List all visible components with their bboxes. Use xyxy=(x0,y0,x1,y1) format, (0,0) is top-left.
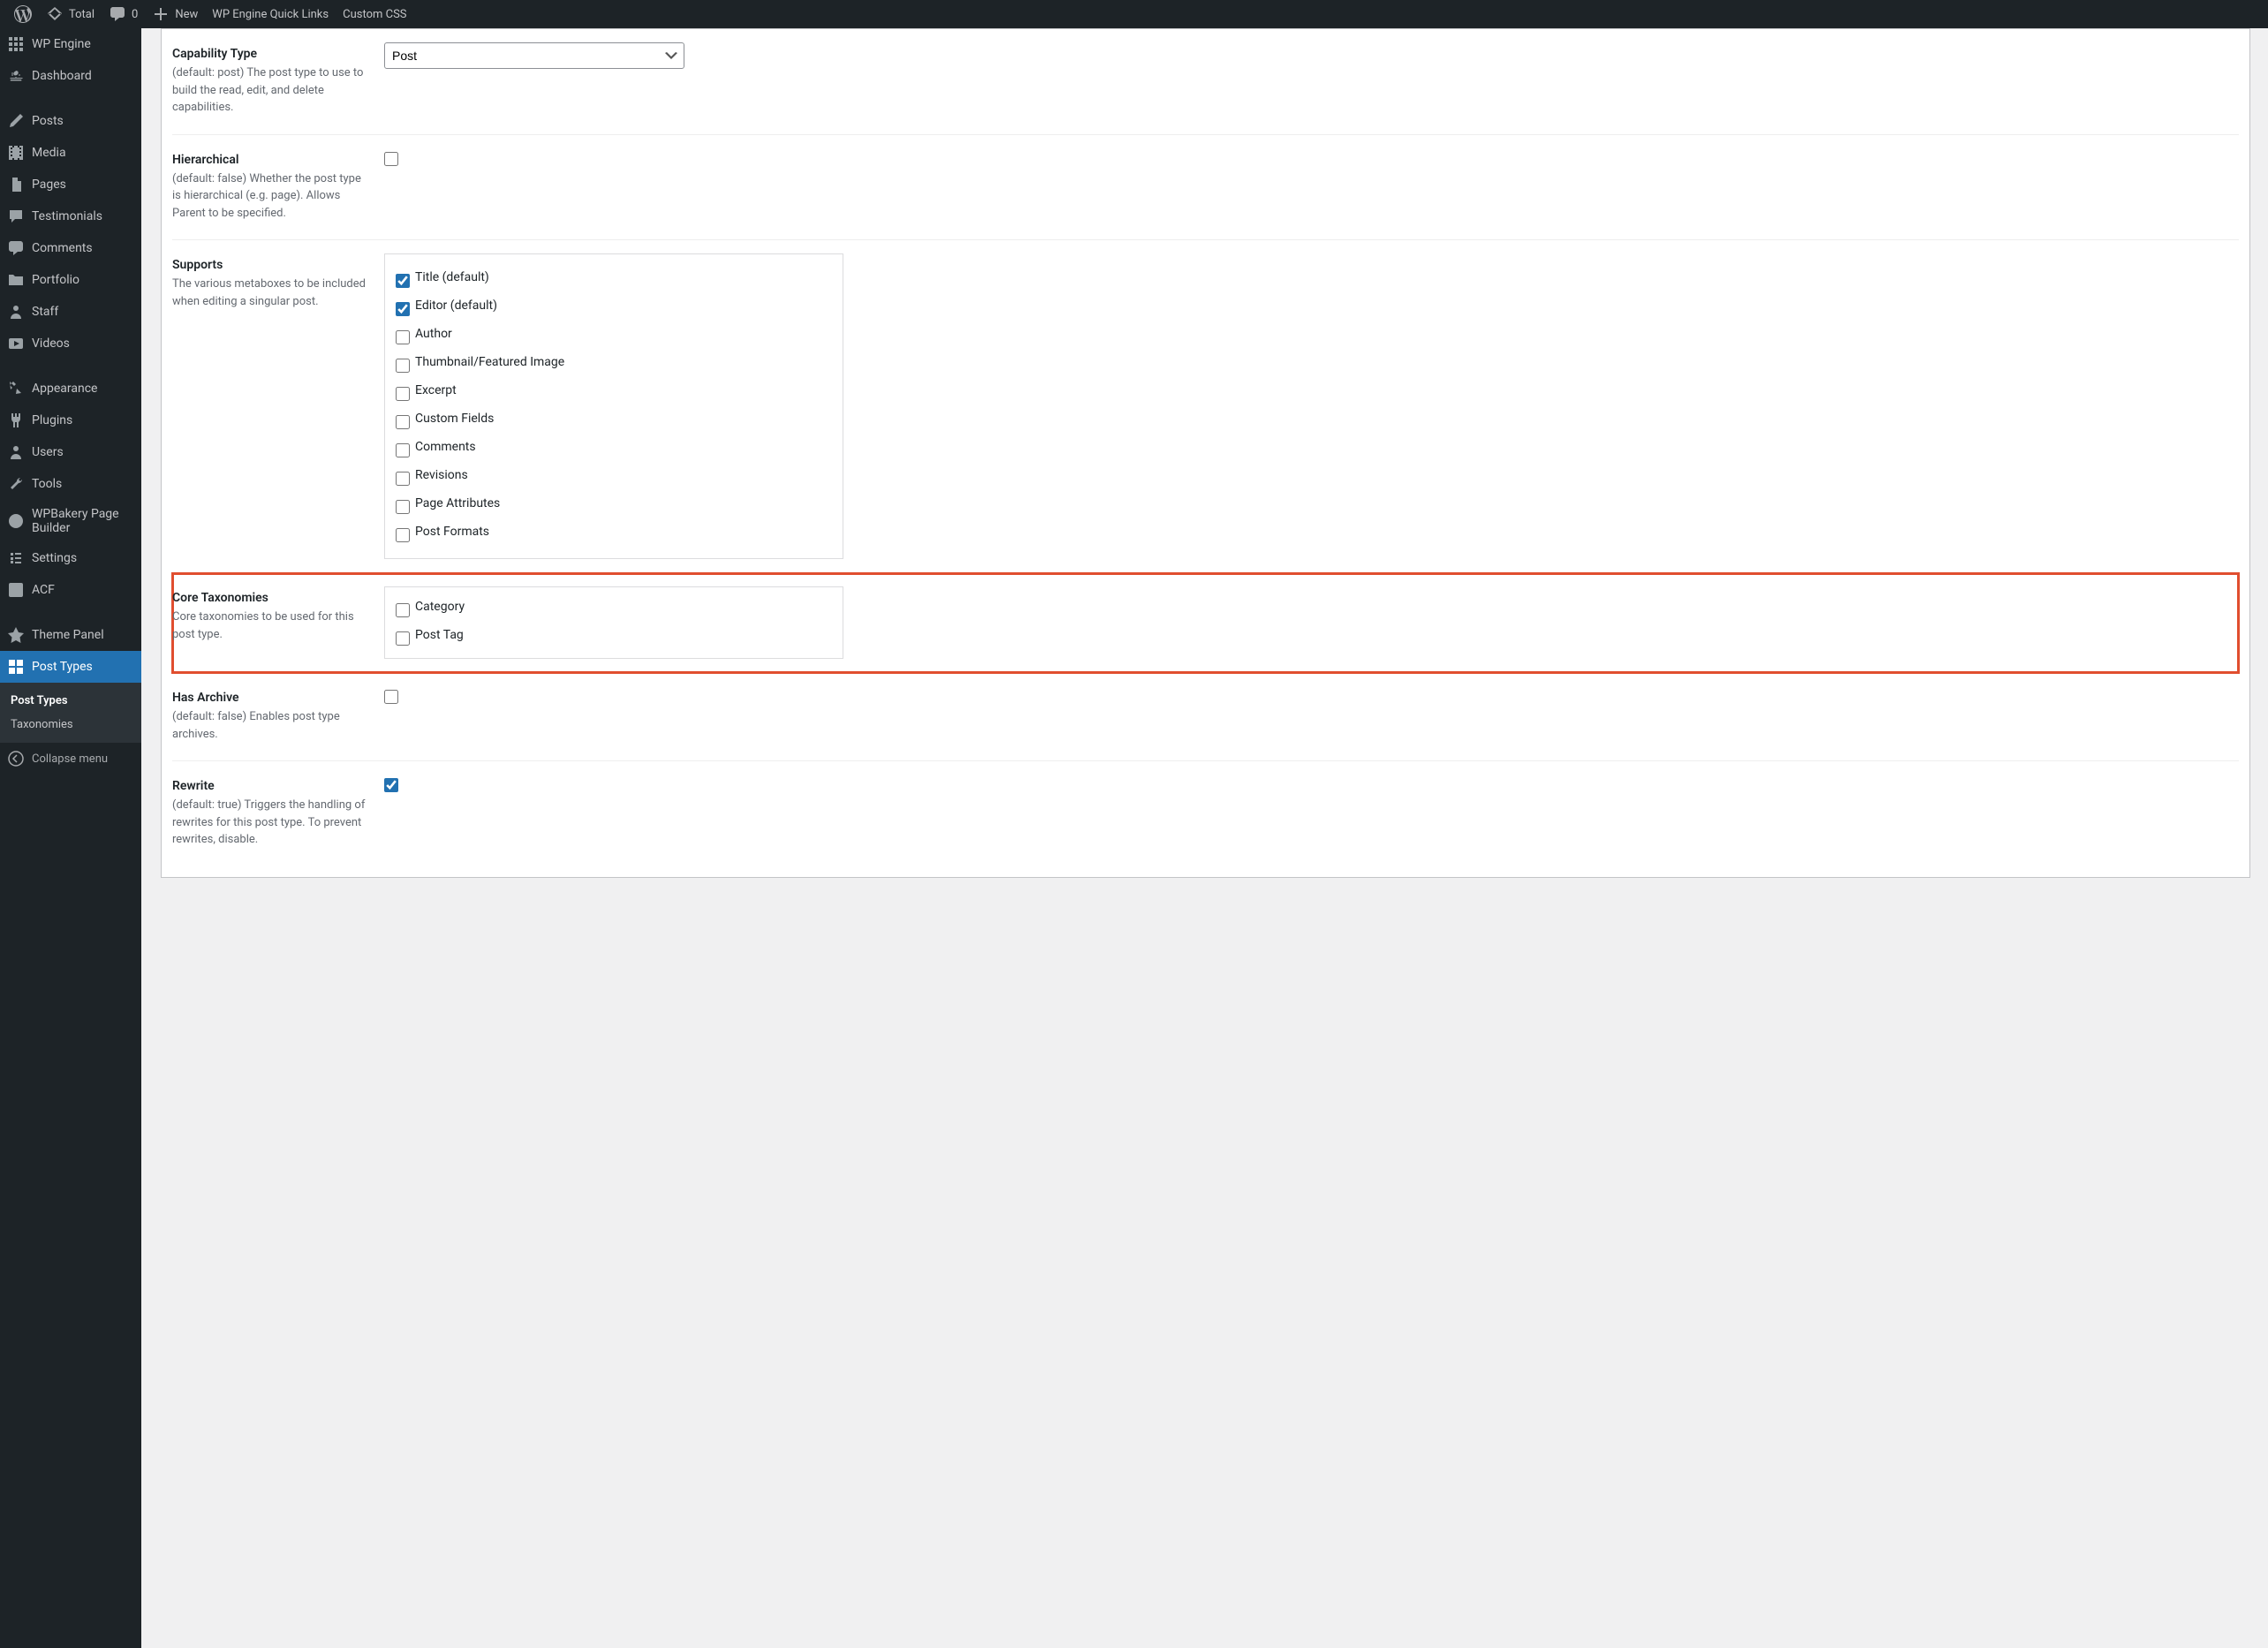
new-content-link[interactable]: New xyxy=(145,0,205,28)
row-has-archive: Has Archive (default: false) Enables pos… xyxy=(172,673,2239,761)
supports-thumbnail-checkbox[interactable] xyxy=(396,359,410,373)
new-label: New xyxy=(175,8,198,21)
row-capability-type: Capability Type (default: post) The post… xyxy=(172,29,2239,134)
wpengine-quicklinks[interactable]: WP Engine Quick Links xyxy=(205,0,336,28)
menu-comments[interactable]: Comments xyxy=(0,232,141,264)
menu-staff[interactable]: Staff xyxy=(0,296,141,328)
row-core-taxonomies: Core Taxonomies Core taxonomies to be us… xyxy=(172,573,2239,673)
menu-media[interactable]: Media xyxy=(0,137,141,169)
supports-title-checkbox[interactable] xyxy=(396,274,410,288)
coretax-checklist: Category Post Tag xyxy=(384,586,843,659)
menu-dashboard[interactable]: Dashboard xyxy=(0,60,141,92)
capability-type-label: Capability Type xyxy=(172,47,367,61)
coretax-posttag-checkbox[interactable] xyxy=(396,631,410,646)
content-area: Capability Type (default: post) The post… xyxy=(141,0,2268,913)
wp-logo[interactable] xyxy=(7,0,39,28)
menu-users[interactable]: Users xyxy=(0,436,141,468)
site-name: Total xyxy=(69,8,94,21)
capability-type-select[interactable]: Post xyxy=(384,42,684,69)
archive-desc: (default: false) Enables post type archi… xyxy=(172,708,367,743)
archive-checkbox[interactable] xyxy=(384,690,398,704)
menu-wpengine[interactable]: WP Engine xyxy=(0,28,141,60)
supports-revisions-checkbox[interactable] xyxy=(396,472,410,486)
comments-link[interactable]: 0 xyxy=(102,0,145,28)
submenu-item-posttypes[interactable]: Post Types xyxy=(0,689,141,713)
archive-label: Has Archive xyxy=(172,691,367,705)
rewrite-desc: (default: true) Triggers the handling of… xyxy=(172,797,367,849)
hierarchical-label: Hierarchical xyxy=(172,153,367,167)
supports-label: Supports xyxy=(172,258,367,272)
comments-count: 0 xyxy=(132,8,138,21)
capability-type-desc: (default: post) The post type to use to … xyxy=(172,64,367,117)
supports-excerpt-checkbox[interactable] xyxy=(396,387,410,401)
hierarchical-checkbox[interactable] xyxy=(384,152,398,166)
supports-desc: The various metaboxes to be included whe… xyxy=(172,276,367,310)
menu-posttypes[interactable]: Post Types xyxy=(0,651,141,683)
menu-themepanel[interactable]: Theme Panel xyxy=(0,619,141,651)
menu-testimonials[interactable]: Testimonials xyxy=(0,200,141,232)
custom-css-link[interactable]: Custom CSS xyxy=(336,0,413,28)
menu-plugins[interactable]: Plugins xyxy=(0,404,141,436)
menu-videos[interactable]: Videos xyxy=(0,328,141,359)
admin-bar: Total 0 New WP Engine Quick Links Custom… xyxy=(0,0,2268,28)
row-hierarchical: Hierarchical (default: false) Whether th… xyxy=(172,134,2239,240)
supports-comments-checkbox[interactable] xyxy=(396,443,410,457)
supports-checklist: Title (default) Editor (default) Author … xyxy=(384,253,843,559)
row-supports: Supports The various metaboxes to be inc… xyxy=(172,240,2239,573)
menu-wpbakery[interactable]: WPBakery Page Builder xyxy=(0,500,141,542)
menu-appearance[interactable]: Appearance xyxy=(0,373,141,404)
settings-panel: Capability Type (default: post) The post… xyxy=(161,28,2250,878)
submenu-posttypes: Post Types Taxonomies xyxy=(0,683,141,743)
hierarchical-desc: (default: false) Whether the post type i… xyxy=(172,170,367,223)
submenu-item-taxonomies[interactable]: Taxonomies xyxy=(0,713,141,737)
rewrite-label: Rewrite xyxy=(172,779,367,793)
supports-postformats-checkbox[interactable] xyxy=(396,528,410,542)
menu-tools[interactable]: Tools xyxy=(0,468,141,500)
admin-sidebar: WP Engine Dashboard Posts Media Pages Te… xyxy=(0,28,141,1648)
menu-portfolio[interactable]: Portfolio xyxy=(0,264,141,296)
menu-acf[interactable]: ACF xyxy=(0,574,141,606)
coretax-category-checkbox[interactable] xyxy=(396,603,410,617)
coretax-label: Core Taxonomies xyxy=(172,591,367,605)
supports-pageattr-checkbox[interactable] xyxy=(396,500,410,514)
rewrite-checkbox[interactable] xyxy=(384,778,398,792)
menu-posts[interactable]: Posts xyxy=(0,105,141,137)
supports-editor-checkbox[interactable] xyxy=(396,302,410,316)
menu-pages[interactable]: Pages xyxy=(0,169,141,200)
row-rewrite: Rewrite (default: true) Triggers the han… xyxy=(172,761,2239,866)
site-link[interactable]: Total xyxy=(39,0,102,28)
coretax-desc: Core taxonomies to be used for this post… xyxy=(172,609,367,643)
menu-settings[interactable]: Settings xyxy=(0,542,141,574)
supports-customfields-checkbox[interactable] xyxy=(396,415,410,429)
supports-author-checkbox[interactable] xyxy=(396,330,410,344)
collapse-menu[interactable]: Collapse menu xyxy=(0,743,141,775)
